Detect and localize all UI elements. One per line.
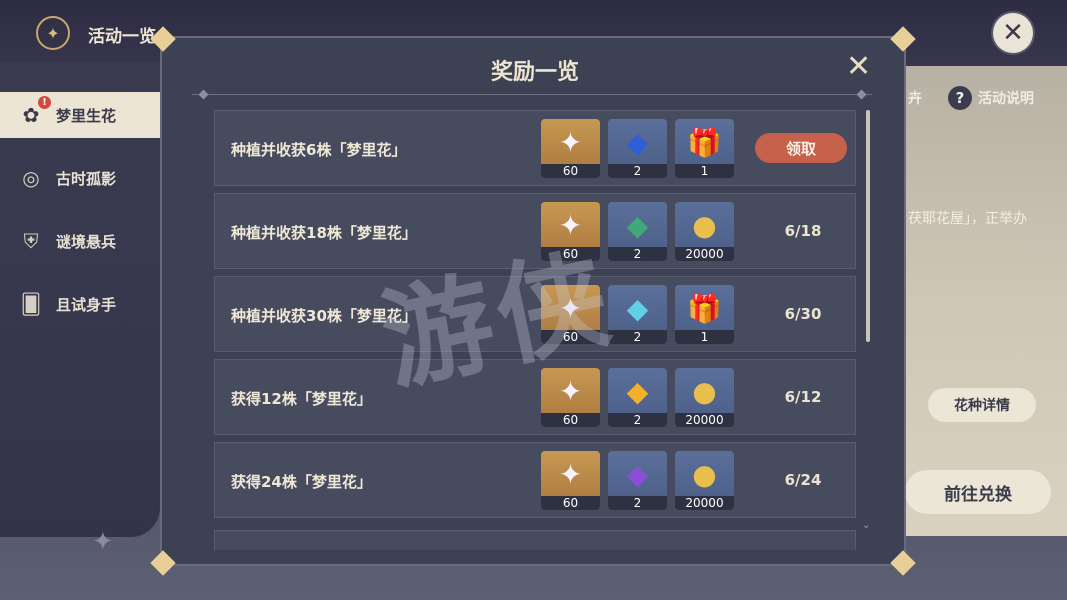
question-icon: ? bbox=[948, 86, 972, 110]
sidebar-item-label: 谜境悬兵 bbox=[56, 232, 117, 251]
reward-count: 60 bbox=[541, 413, 600, 427]
task-label: 获得12株「梦里花」 bbox=[231, 390, 372, 408]
progress-text: 6/12 bbox=[784, 388, 822, 406]
reward-item[interactable]: 🎁 1 bbox=[675, 285, 734, 344]
reward-item[interactable]: ● 20000 bbox=[675, 451, 734, 510]
sidebar-item-try-skills[interactable]: 🂠 且试身手 bbox=[0, 281, 160, 327]
progress-text: 6/30 bbox=[784, 305, 822, 323]
sidebar: ✿ ! 梦里生花 ◎ 古时孤影 ⛨ 谜境悬兵 🂠 且试身手 bbox=[0, 62, 161, 537]
mora-coin-icon: ● bbox=[692, 374, 717, 408]
reward-count: 2 bbox=[608, 413, 667, 427]
task-label: 种植并收获18株「梦里花」 bbox=[231, 224, 417, 242]
close-button[interactable]: ✕ bbox=[993, 13, 1033, 53]
progress-text: 6/18 bbox=[784, 222, 822, 240]
reward-row: 种植并收获6株「梦里花」 ✦ 60 ◆ 2 🎁 1 领取 bbox=[214, 110, 856, 186]
sidebar-item-label: 古时孤影 bbox=[56, 169, 117, 188]
background-scene bbox=[905, 66, 1067, 536]
sidebar-item-dream-flower[interactable]: ✿ ! 梦里生花 bbox=[0, 92, 160, 138]
reward-count: 20000 bbox=[675, 496, 734, 510]
reward-count: 1 bbox=[675, 330, 734, 344]
purple-crystal-icon: ◆ bbox=[626, 457, 649, 491]
reward-item[interactable]: 🎁 1 bbox=[675, 119, 734, 178]
flower-detail-button[interactable]: 花种详情 bbox=[928, 388, 1036, 422]
howto-label: 活动说明 bbox=[978, 91, 1034, 107]
reward-count: 60 bbox=[541, 164, 600, 178]
reward-count: 60 bbox=[541, 496, 600, 510]
reward-count: 1 bbox=[675, 164, 734, 178]
green-crystal-icon: ◆ bbox=[626, 208, 649, 242]
modal-title: 奖励一览 bbox=[490, 60, 579, 85]
cards-icon: 🂠 bbox=[20, 292, 42, 316]
task-label: 获得24株「梦里花」 bbox=[231, 473, 372, 491]
reward-item[interactable]: ◆ 2 bbox=[608, 368, 667, 427]
star-ornament-icon: ✦ bbox=[92, 527, 114, 557]
shield-icon: ◎ bbox=[22, 166, 40, 190]
armor-icon: ⛨ bbox=[23, 229, 39, 253]
compass-icon: ✦ bbox=[36, 16, 70, 50]
reward-item[interactable]: ✦ 60 bbox=[541, 119, 600, 178]
divider-ornament bbox=[198, 89, 209, 100]
background-text-fragment: 茯耶花屋」，正举办 bbox=[908, 211, 1027, 227]
modal-close-icon[interactable]: ✕ bbox=[846, 52, 871, 82]
task-label: 种植并收获6株「梦里花」 bbox=[231, 141, 407, 159]
reward-count: 20000 bbox=[675, 247, 734, 261]
mora-coin-icon: ● bbox=[692, 457, 717, 491]
blue-crystal-icon: ◆ bbox=[626, 125, 649, 159]
scroll-end-icon: ⌄ bbox=[862, 520, 871, 531]
reward-item[interactable]: ◆ 2 bbox=[608, 451, 667, 510]
sidebar-item-ancient-shadow[interactable]: ◎ 古时孤影 bbox=[0, 155, 160, 201]
primogem-icon: ✦ bbox=[558, 125, 583, 159]
sidebar-item-label: 梦里生花 bbox=[56, 106, 117, 125]
divider bbox=[192, 94, 872, 95]
reward-row-partial bbox=[214, 530, 856, 550]
divider-ornament bbox=[856, 89, 867, 100]
reward-count: 2 bbox=[608, 496, 667, 510]
claim-button[interactable]: 领取 bbox=[755, 133, 847, 163]
reward-item[interactable]: ● 20000 bbox=[675, 368, 734, 427]
sidebar-item-mystery-soldier[interactable]: ⛨ 谜境悬兵 bbox=[0, 218, 160, 264]
howto-link[interactable]: ? 活动说明 bbox=[948, 86, 1034, 110]
reward-item[interactable]: ✦ 60 bbox=[541, 451, 600, 510]
reward-count: 2 bbox=[608, 164, 667, 178]
exchange-button[interactable]: 前往兑换 bbox=[905, 470, 1051, 514]
reward-row: 获得24株「梦里花」 ✦ 60 ◆ 2 ● 20000 6/24 bbox=[214, 442, 856, 518]
progress-text: 6/24 bbox=[784, 471, 822, 489]
primogem-icon: ✦ bbox=[558, 457, 583, 491]
background-text-fragment: 卉 bbox=[908, 91, 922, 107]
gift-box-icon: 🎁 bbox=[687, 125, 722, 159]
yellow-crystal-icon: ◆ bbox=[626, 374, 649, 408]
reward-item[interactable]: ◆ 2 bbox=[608, 119, 667, 178]
gift-box-icon: 🎁 bbox=[687, 291, 722, 325]
reward-count: 2 bbox=[608, 247, 667, 261]
sidebar-item-label: 且试身手 bbox=[56, 295, 117, 314]
reward-item[interactable]: ● 20000 bbox=[675, 202, 734, 261]
mora-coin-icon: ● bbox=[692, 208, 717, 242]
alert-badge: ! bbox=[38, 96, 51, 109]
reward-count: 20000 bbox=[675, 413, 734, 427]
scrollbar[interactable] bbox=[866, 110, 870, 342]
corner-ornament-icon bbox=[890, 550, 916, 576]
reward-item[interactable]: ◆ 2 bbox=[608, 202, 667, 261]
corner-ornament-icon bbox=[150, 550, 176, 576]
page-title: 活动一览 bbox=[88, 27, 156, 47]
